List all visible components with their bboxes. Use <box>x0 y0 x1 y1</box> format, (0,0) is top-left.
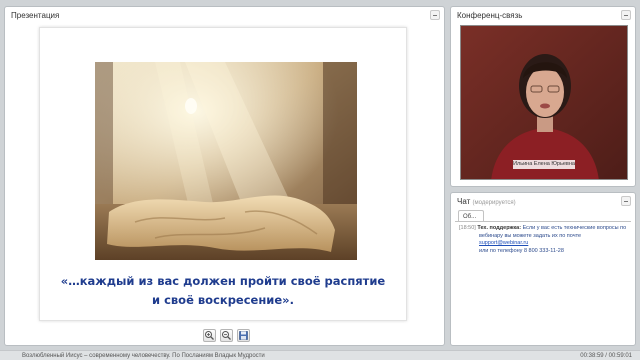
zoom-in-icon <box>205 331 214 340</box>
chat-message: [18:50] Тех. поддержка: Если у вас есть … <box>459 225 629 255</box>
chat-message-time: [18:50] <box>459 225 476 231</box>
slide-image <box>95 62 357 260</box>
zoom-in-button[interactable] <box>203 329 216 342</box>
chat-message-text-3: или по телефону 8 800 333-11-28 <box>479 247 564 254</box>
chat-collapse-button[interactable] <box>621 196 631 206</box>
conference-panel-title: Конференц-связь <box>457 11 523 20</box>
chat-panel-title: Чат (модерируется) <box>457 197 516 206</box>
presentation-panel-title: Презентация <box>11 11 60 20</box>
save-button[interactable] <box>237 329 250 342</box>
save-icon <box>239 331 248 340</box>
speaker-video-frame <box>461 26 627 179</box>
webinar-title: Возлюбленный Иисус – современному челове… <box>22 353 265 359</box>
playback-time: 00:38:59 / 00:59:01 <box>580 353 632 359</box>
zoom-out-icon <box>222 331 231 340</box>
speaker-video: Ильина Елена Юрьевна <box>460 25 628 180</box>
presentation-collapse-button[interactable] <box>430 10 440 20</box>
status-bar: Возлюбленный Иисус – современному челове… <box>0 350 640 360</box>
chat-title-label: Чат <box>457 197 471 206</box>
chat-message-text-1: Если у вас есть технические вопросы по <box>522 225 627 231</box>
presentation-slide: «…каждый из вас должен пройти своё распя… <box>39 27 407 321</box>
speaker-name-label: Ильина Елена Юрьевна <box>513 160 575 169</box>
presentation-panel: Презентация «…каждый из вас должен пройт… <box>4 6 445 346</box>
chat-message-text-2: вебинару вы можете задать их по почте <box>479 232 582 239</box>
chat-subtitle: (модерируется) <box>472 200 516 206</box>
chat-message-author: Тех. поддержка: <box>477 225 522 231</box>
conference-collapse-button[interactable] <box>621 10 631 20</box>
chat-message-list[interactable]: [18:50] Тех. поддержка: Если у вас есть … <box>455 221 631 341</box>
chat-message-link[interactable]: support@webinar.ru <box>479 240 528 246</box>
slide-quote: «…каждый из вас должен пройти своё распя… <box>40 272 406 310</box>
conference-panel: Конференц-связь Ильина Елена Юрьевна <box>450 6 636 187</box>
slide-quote-line-1: «…каждый из вас должен пройти своё распя… <box>60 274 386 288</box>
chat-panel: Чат (модерируется) Об... [18:50] Тех. по… <box>450 192 636 346</box>
slide-quote-line-2: и своё воскресение». <box>152 293 294 307</box>
zoom-out-button[interactable] <box>220 329 233 342</box>
